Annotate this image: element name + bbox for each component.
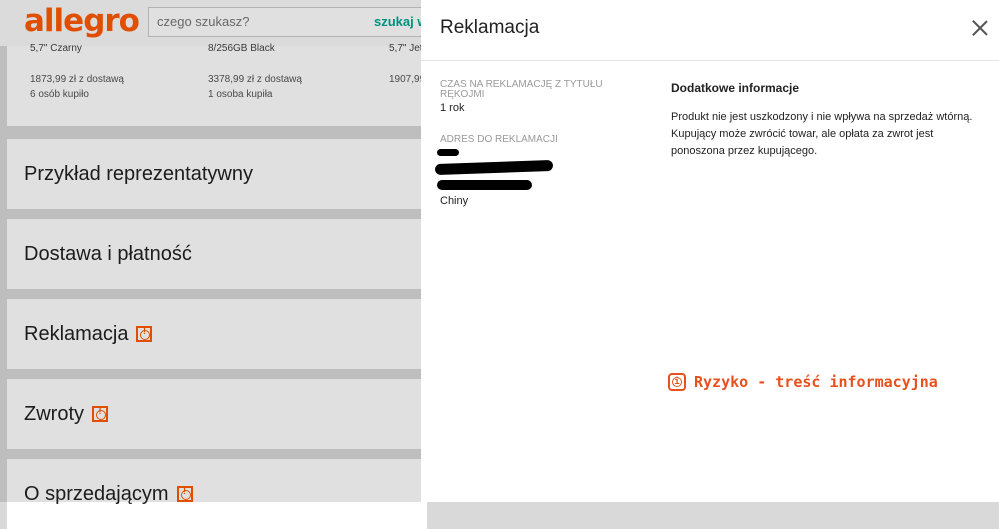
warning-icon	[92, 406, 108, 422]
redaction-mark	[437, 149, 459, 156]
info-icon	[668, 373, 686, 391]
divider	[421, 60, 999, 61]
address-label: ADRES DO REKLAMACJI	[440, 134, 558, 145]
product-name: 8/256GB Black	[208, 43, 275, 54]
section-complaint[interactable]: Reklamacja	[7, 299, 427, 369]
section-label: Zwroty	[24, 402, 84, 425]
section-representative-example[interactable]: Przykład reprezentatywny	[7, 139, 427, 209]
warranty-value: 1 rok	[440, 102, 465, 114]
warning-icon	[136, 326, 153, 342]
product-price: 1873,99 zł z dostawą	[30, 74, 124, 85]
section-delivery-payment[interactable]: Dostawa i płatność	[7, 219, 427, 289]
address-country: Chiny	[440, 195, 469, 207]
section-label: O sprzedającym	[24, 482, 169, 505]
product-buyers: 6 osób kupiło	[30, 89, 89, 100]
section-returns[interactable]: Zwroty	[7, 379, 427, 449]
close-icon[interactable]	[972, 20, 988, 36]
product-name: 5,7" Jet	[389, 43, 423, 54]
product-price: 3378,99 zł z dostawą	[208, 74, 302, 85]
info-title: Dodatkowe informacje	[671, 81, 800, 95]
section-label: Przykład reprezentatywny	[24, 162, 253, 185]
risk-note: Ryzyko - treść informacyjna	[668, 373, 938, 391]
product-price: 1907,99	[389, 74, 426, 85]
allegro-logo[interactable]: allegro	[24, 3, 140, 39]
section-label: Reklamacja	[24, 322, 129, 345]
complaint-panel: Reklamacja CZAS NA REKLAMACJĘ Z TYTUŁU R…	[421, 0, 999, 502]
product-buyers: 1 osoba kupiła	[208, 89, 273, 100]
panel-title: Reklamacja	[440, 17, 540, 38]
risk-label: Ryzyko - treść informacyjna	[694, 373, 938, 391]
redaction-mark	[437, 180, 532, 190]
info-text: Produkt nie jest uszkodzony i nie wpływa…	[671, 111, 973, 157]
section-label: Dostawa i płatność	[24, 242, 192, 265]
warranty-label: CZAS NA REKLAMACJĘ Z TYTUŁU RĘKOJMI	[440, 79, 603, 100]
section-about-seller[interactable]: O sprzedającym	[7, 459, 427, 529]
warning-icon	[176, 486, 193, 502]
product-name: 5,7" Czarny	[30, 43, 82, 54]
product-strip: 5,7" Czarny 1873,99 zł z dostawą 6 osób …	[7, 43, 427, 126]
redaction-mark	[434, 159, 554, 176]
